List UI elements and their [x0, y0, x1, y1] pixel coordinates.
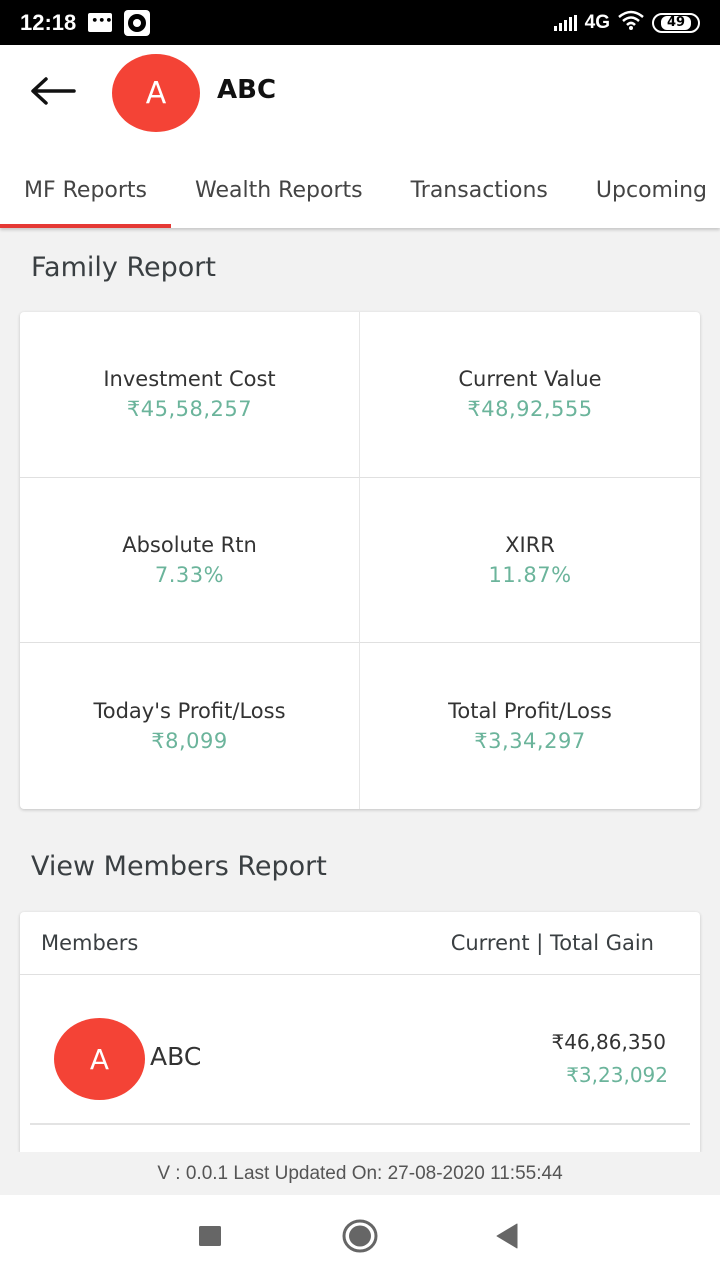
tab-mf-reports[interactable]: MF Reports — [0, 153, 172, 228]
metric-label: Absolute Rtn — [122, 532, 257, 557]
tab-label: MF Reports — [24, 178, 148, 203]
metric-value: ₹3,34,297 — [474, 729, 586, 754]
avatar-initial: A — [145, 75, 167, 111]
tab-wealth-reports[interactable]: Wealth Reports — [171, 153, 387, 228]
recents-button[interactable] — [190, 1223, 230, 1253]
members-column-header: Members — [41, 931, 139, 955]
battery-level: 49 — [660, 15, 692, 30]
metric-current-value: Current Value ₹48,92,555 — [360, 312, 700, 478]
back-triangle-icon — [495, 1223, 519, 1253]
home-circle-icon — [342, 1219, 378, 1257]
back-button[interactable] — [28, 73, 80, 113]
member-name: ABC — [150, 1042, 202, 1071]
avatar: A — [112, 54, 200, 132]
family-summary-card: Investment Cost ₹45,58,257 Current Value… — [20, 312, 700, 809]
battery-icon: 49 — [652, 12, 700, 33]
message-icon — [88, 13, 112, 32]
values-column-header: Current | Total Gain — [450, 931, 654, 955]
tab-label: Wealth Reports — [195, 178, 363, 203]
member-total-gain: ₹3,23,092 — [566, 1063, 668, 1087]
metric-label: XIRR — [505, 532, 555, 557]
member-avatar: A — [54, 1018, 145, 1100]
version-footer: V : 0.0.1 Last Updated On: 27-08-2020 11… — [0, 1152, 720, 1195]
recents-square-icon — [198, 1225, 222, 1251]
metric-label: Total Profit/Loss — [448, 699, 612, 724]
members-table-header: Members Current | Total Gain — [20, 912, 700, 975]
members-card: Members Current | Total Gain A ABC ₹46,8… — [20, 912, 700, 1152]
members-report-title: View Members Report — [31, 851, 327, 882]
member-current-value: ₹46,86,350 — [551, 1030, 666, 1054]
metric-value: ₹45,58,257 — [126, 397, 253, 422]
metric-value: 11.87% — [488, 562, 572, 587]
tab-label: Transactions — [410, 178, 548, 203]
tab-bar: MF Reports Wealth Reports Transactions U… — [0, 153, 720, 228]
network-type: 4G — [584, 11, 610, 33]
metric-absolute-return: Absolute Rtn 7.33% — [20, 477, 360, 644]
system-nav-bar — [0, 1195, 720, 1280]
metric-label: Today's Profit/Loss — [93, 699, 286, 724]
tab-transactions[interactable]: Transactions — [387, 153, 572, 228]
member-avatar-initial: A — [89, 1042, 110, 1076]
home-button[interactable] — [340, 1219, 380, 1253]
tab-label: Upcoming — [595, 178, 707, 203]
member-row[interactable]: A ABC ₹46,86,350 ₹3,23,092 — [20, 975, 700, 1125]
screen-record-icon — [124, 9, 151, 36]
metric-todays-profit-loss: Today's Profit/Loss ₹8,099 — [20, 643, 360, 809]
arrow-left-icon — [28, 76, 76, 110]
row-divider — [30, 1123, 690, 1125]
metric-xirr: XIRR 11.87% — [360, 478, 700, 644]
metric-investment-cost: Investment Cost ₹45,58,257 — [20, 312, 360, 478]
status-bar: 12:18 4G 49 — [0, 0, 720, 45]
metric-value: ₹8,099 — [151, 729, 228, 754]
family-report-title: Family Report — [31, 252, 216, 283]
back-nav-button[interactable] — [487, 1223, 527, 1253]
metric-total-profit-loss: Total Profit/Loss ₹3,34,297 — [360, 643, 700, 809]
metric-value: ₹48,92,555 — [467, 397, 593, 422]
tab-upcoming[interactable]: Upcoming — [572, 153, 720, 228]
status-time: 12:18 — [20, 9, 77, 35]
signal-icon — [553, 14, 577, 31]
user-name: ABC — [217, 75, 277, 105]
metric-label: Investment Cost — [103, 367, 276, 392]
metric-value: 7.33% — [154, 562, 225, 587]
app-header: A ABC MF Reports Wealth Reports Transact… — [0, 45, 720, 228]
wifi-icon — [618, 10, 644, 35]
metric-label: Current Value — [458, 367, 602, 392]
